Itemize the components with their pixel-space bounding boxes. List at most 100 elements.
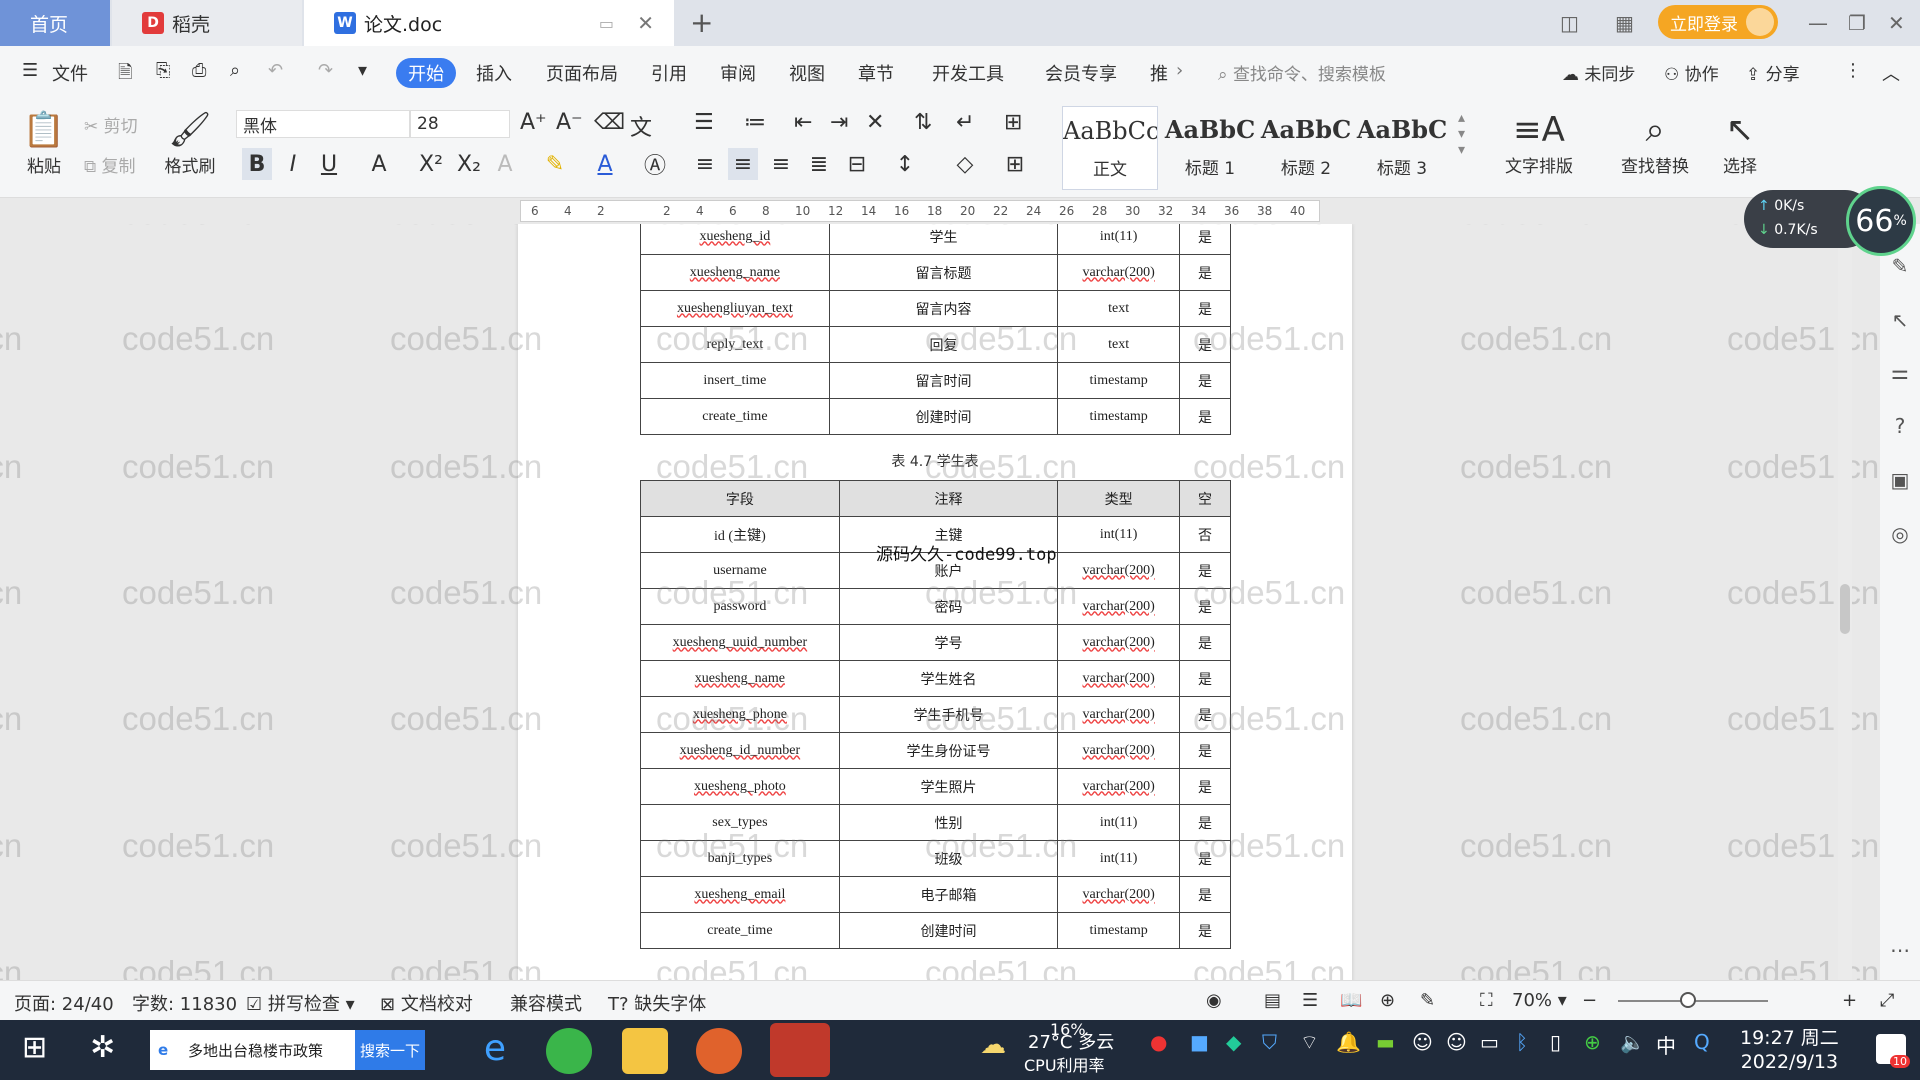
windows-start-icon[interactable]: ⊞	[22, 1030, 47, 1065]
nvidia-icon[interactable]: ▬	[1376, 1030, 1395, 1054]
select-button[interactable]: ↖ 选择	[1710, 108, 1770, 177]
tray-app3-icon[interactable]: ◆	[1226, 1030, 1241, 1054]
close-window-icon[interactable]: ✕	[1888, 6, 1905, 40]
increase-indent-icon[interactable]: ⇥	[830, 110, 848, 135]
redo-icon[interactable]: ↷	[318, 60, 333, 81]
share-button[interactable]: ⇪ 分享	[1746, 60, 1800, 85]
cut-button[interactable]: ✂ 剪切	[84, 112, 138, 137]
network-speed-widget[interactable]: ↑ 0K/s ↓ 0.7K/s 66%	[1744, 186, 1920, 256]
menu-view[interactable]: 视图	[789, 60, 825, 86]
bullet-list-icon[interactable]: ☰	[694, 110, 714, 135]
subscript-icon[interactable]: X₂	[454, 148, 484, 180]
align-right-icon[interactable]: ≡	[766, 148, 796, 180]
bold-icon[interactable]: B	[242, 148, 272, 180]
game-app-icon[interactable]	[696, 1028, 742, 1074]
justify-icon[interactable]: ≣	[804, 148, 834, 180]
align-left-icon[interactable]: ≡	[690, 148, 720, 180]
tab-home[interactable]: 首页	[0, 0, 110, 46]
q-app-icon[interactable]: Q	[1694, 1030, 1710, 1054]
menu-home-tab[interactable]: 开始	[396, 58, 456, 88]
taskbar-search-button[interactable]: 搜索一下	[355, 1030, 425, 1070]
shading-icon[interactable]: ◇	[950, 148, 980, 180]
grow-font-icon[interactable]: A⁺	[520, 110, 547, 135]
fullscreen-icon[interactable]: ⤢	[1880, 990, 1894, 1011]
image-edit-icon[interactable]: ▣	[1888, 468, 1912, 492]
document-canvas[interactable]: xuesheng_id 学生 int(11) 是 xuesheng_name 留言标题 va…	[0, 224, 1880, 980]
menu-dev-tools[interactable]: 开发工具	[932, 60, 1004, 86]
restore-icon[interactable]: ❐	[1848, 6, 1866, 40]
shrink-font-icon[interactable]: A⁻	[556, 110, 583, 135]
help-icon[interactable]: ?	[1888, 414, 1912, 438]
page-indicator[interactable]: 页面: 24/40	[14, 990, 114, 1016]
menu-review[interactable]: 审阅	[720, 60, 756, 86]
wps-writer-icon[interactable]	[770, 1023, 830, 1077]
menu-insert[interactable]: 插入	[476, 60, 512, 86]
file-explorer-icon[interactable]	[622, 1028, 668, 1074]
export-pdf-icon[interactable]: ⎘	[156, 60, 170, 81]
page-view-icon[interactable]: ▤	[1264, 990, 1281, 1011]
vertical-scrollbar[interactable]	[1838, 224, 1852, 980]
borders-icon[interactable]: ⊞	[1000, 148, 1030, 180]
font-color-icon[interactable]: A	[590, 148, 620, 180]
print-icon[interactable]: ⎙	[192, 60, 206, 81]
decrease-indent-icon[interactable]: ⇤	[794, 110, 812, 135]
tab-docer[interactable]: D 稻壳	[112, 0, 302, 46]
find-replace-button[interactable]: ⌕ 查找替换	[1610, 108, 1700, 177]
login-button[interactable]: 立即登录	[1658, 5, 1778, 39]
minimize-icon[interactable]: —	[1808, 6, 1828, 40]
clear-format-icon[interactable]: ⌫	[594, 110, 625, 135]
compat-mode[interactable]: 兼容模式	[510, 990, 582, 1016]
missing-font-button[interactable]: T? 缺失字体	[608, 990, 706, 1016]
browser-360-icon[interactable]	[546, 1028, 592, 1074]
undo-icon[interactable]: ↶	[268, 60, 283, 81]
underline-icon[interactable]: U	[314, 148, 344, 180]
qq-icon[interactable]: ☺	[1412, 1030, 1433, 1054]
menu-page-layout[interactable]: 页面布局	[546, 60, 618, 86]
document-page[interactable]: xuesheng_id 学生 int(11) 是 xuesheng_name 留言标题 va…	[518, 224, 1352, 980]
write-view-icon[interactable]: ✎	[1420, 990, 1435, 1011]
more-dots-icon[interactable]: ⋯	[1888, 938, 1912, 962]
bell-icon[interactable]: 🔔	[1336, 1030, 1361, 1054]
tray-app2-icon[interactable]: ■	[1190, 1030, 1209, 1054]
clock[interactable]: 19:27 周二 2022/9/13	[1740, 1026, 1839, 1074]
align-center-icon[interactable]: ≡	[728, 148, 758, 180]
hamburger-icon[interactable]: ☰	[22, 60, 38, 81]
menu-chapter[interactable]: 章节	[858, 60, 894, 86]
text-layout-button[interactable]: ≡A 文字排版	[1494, 108, 1584, 177]
text-effect-icon[interactable]: A	[490, 148, 520, 180]
sync-button[interactable]: ☁ 未同步	[1562, 60, 1635, 85]
para-mark-icon[interactable]: ↵	[956, 110, 974, 135]
bluetooth-icon[interactable]: ᛒ	[1516, 1030, 1528, 1054]
outline-view-icon[interactable]: ☰	[1302, 990, 1318, 1011]
line-spacing-icon[interactable]: ↕	[890, 148, 920, 180]
sliders-icon[interactable]: ⚌	[1888, 360, 1912, 384]
distribute-icon[interactable]: ⊟	[842, 148, 872, 180]
ie-browser-icon[interactable]: e	[472, 1028, 518, 1074]
scroll-thumb[interactable]	[1840, 584, 1850, 634]
copy-button[interactable]: ⧉ 复制	[84, 152, 136, 177]
text-direction-icon[interactable]: ✕	[866, 110, 884, 135]
format-painter-button[interactable]: 🖌 格式刷	[160, 108, 220, 177]
taskbar-news-search[interactable]: e 多地出台稳楼市政策	[150, 1030, 355, 1070]
ime-indicator[interactable]: 中	[1656, 1030, 1676, 1059]
ruler-scale[interactable]: 6 4 2 2 4 6 8 10 12 14 16 18 20 22 24 26 28 30 32 34 36 38 40	[520, 200, 1320, 222]
tab-document[interactable]: W 论文.doc ▭ ✕	[304, 0, 674, 46]
phonetic-icon[interactable]: 文	[630, 110, 652, 142]
save-icon[interactable]: 🗎	[118, 60, 132, 90]
menu-member[interactable]: 会员专享	[1045, 60, 1117, 86]
char-border-icon[interactable]: Ⓐ	[640, 148, 670, 180]
more-options-icon[interactable]: ⋮	[1844, 60, 1862, 81]
qq2-icon[interactable]: ☺	[1446, 1030, 1467, 1054]
highlight-icon[interactable]: ✎	[540, 148, 570, 180]
collab-button[interactable]: ⚇ 协作	[1664, 60, 1719, 85]
sort-icon[interactable]: ⇅	[914, 110, 932, 135]
usb-icon[interactable]: ▯	[1550, 1030, 1561, 1054]
superscript-icon[interactable]: X²	[416, 148, 446, 180]
command-search[interactable]: ⌕ 查找命令、搜索模板	[1218, 60, 1386, 85]
menu-references[interactable]: 引用	[651, 60, 687, 86]
fit-page-icon[interactable]: ⛶	[1480, 990, 1493, 1011]
eye-protect-icon[interactable]: ◉	[1206, 990, 1222, 1011]
numbered-list-icon[interactable]: ≔	[744, 110, 766, 135]
style-normal[interactable]: AaBbCcI 正文	[1062, 106, 1158, 190]
new-tab-icon[interactable]: +	[690, 6, 713, 39]
